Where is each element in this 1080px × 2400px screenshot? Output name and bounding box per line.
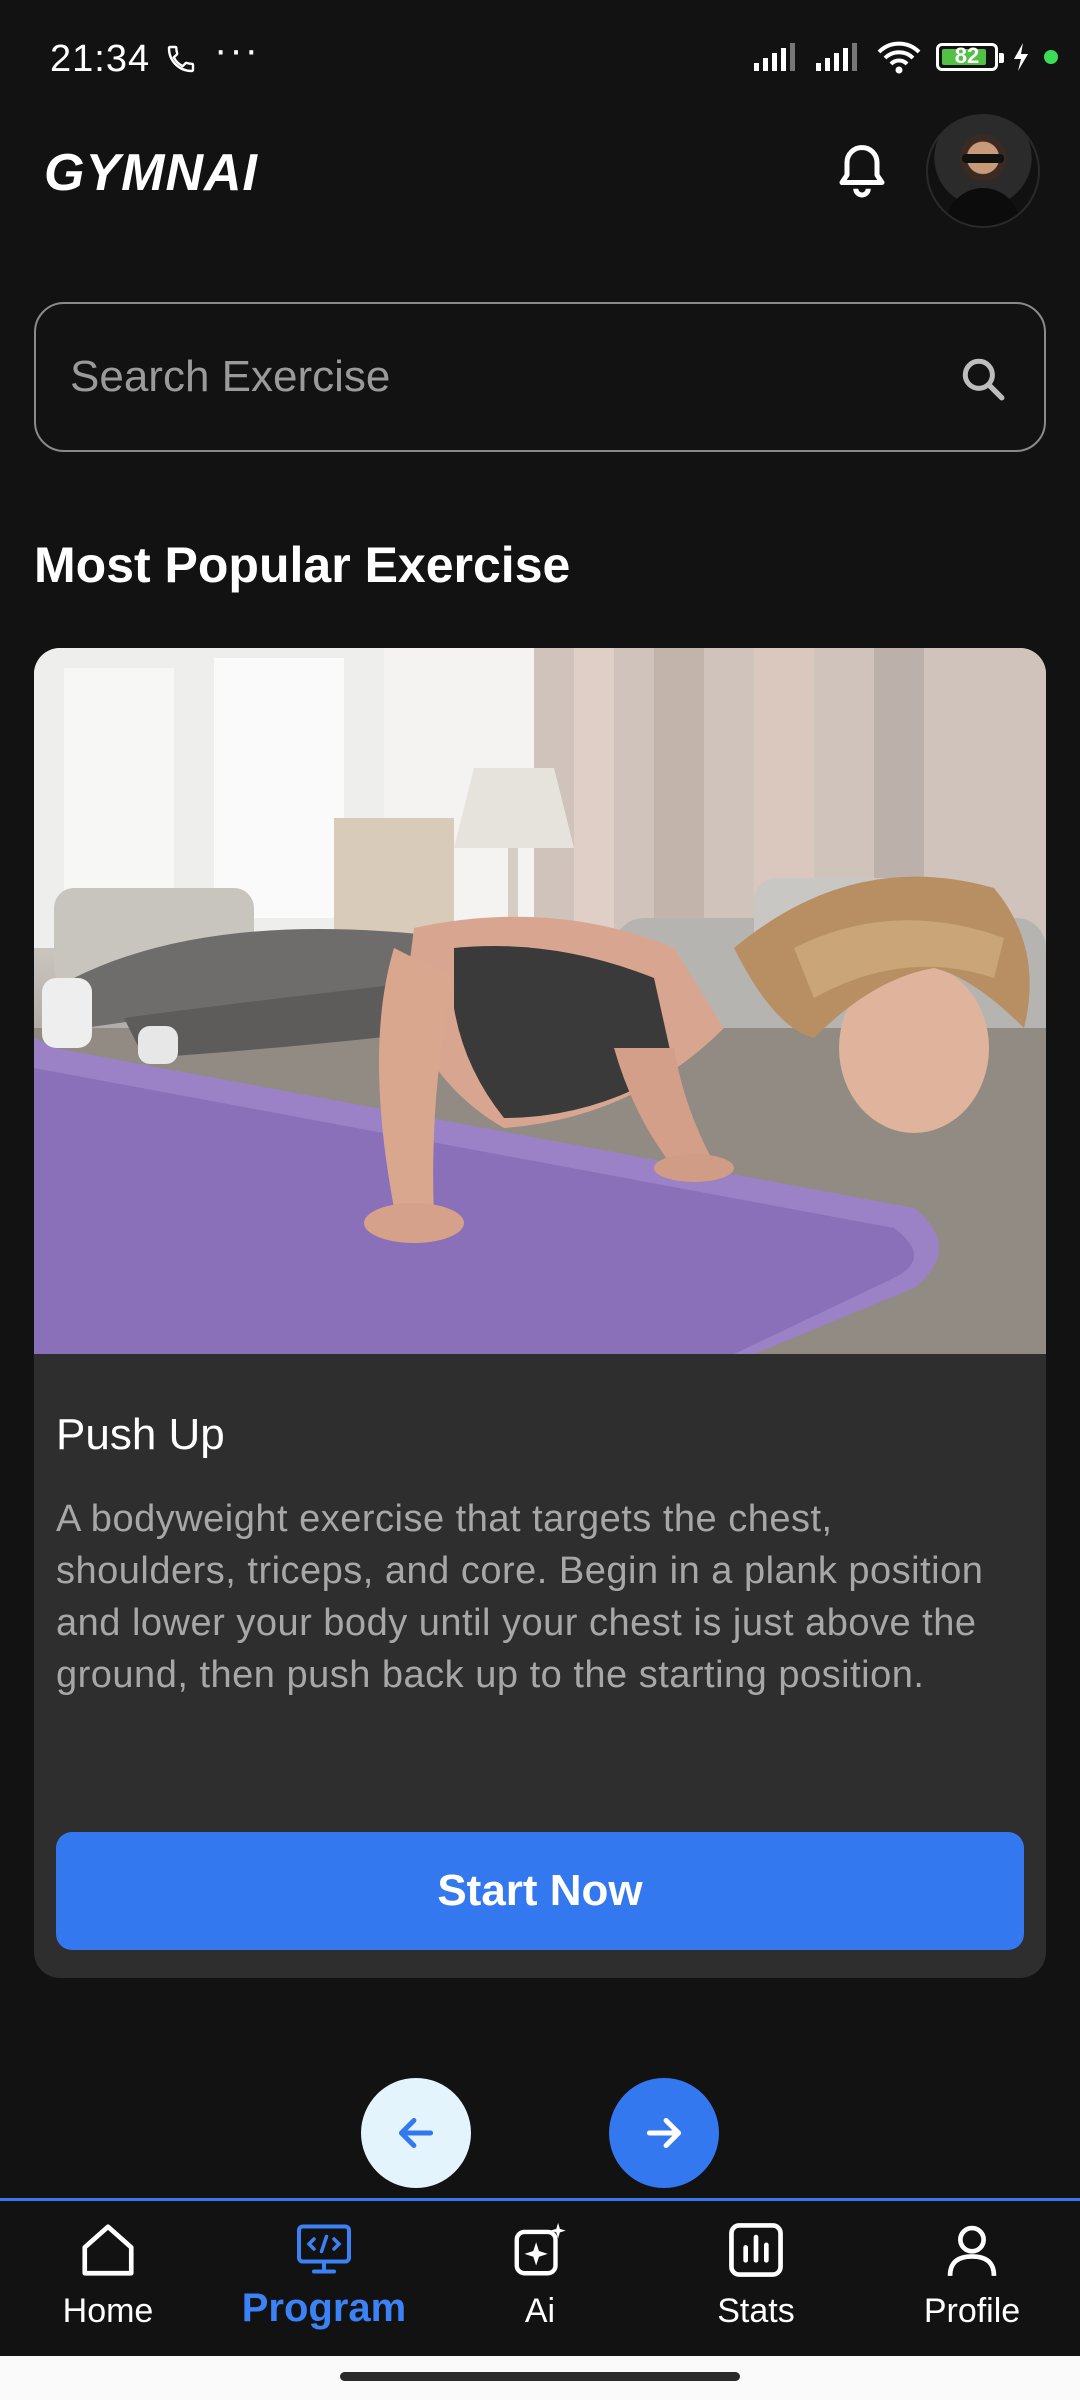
tab-program-label: Program: [241, 2286, 407, 2330]
arrow-right-icon: [646, 2118, 682, 2148]
exercise-description: A bodyweight exercise that targets the c…: [56, 1498, 984, 1696]
battery-icon: 82: [936, 43, 1004, 71]
battery-level: 82: [954, 43, 980, 68]
home-indicator[interactable]: [340, 2372, 740, 2381]
program-icon: [297, 2224, 351, 2274]
tab-stats[interactable]: Stats: [656, 2219, 856, 2331]
search-icon[interactable]: [958, 354, 1008, 404]
notification-bell-icon[interactable]: [832, 140, 892, 200]
app-logo: GYMNAI: [44, 144, 258, 202]
status-time: 21:34: [50, 38, 151, 80]
tab-ai-label: Ai: [524, 2292, 556, 2330]
ai-sparkle-icon: [514, 2222, 566, 2276]
tab-stats-label: Stats: [717, 2292, 795, 2330]
exercise-card: Push Up A bodyweight exercise that targe…: [34, 648, 1046, 1978]
tab-program[interactable]: Program: [224, 2219, 424, 2331]
search-bar: [34, 302, 1046, 452]
tab-profile[interactable]: Profile: [872, 2219, 1072, 2331]
more-notifications-icon: ···: [214, 28, 260, 72]
bottom-tab-bar: Home Program Ai Stats Profile: [0, 2198, 1080, 2359]
exercise-title: Push Up: [56, 1410, 225, 1459]
cellular-signal-1-icon: [754, 43, 795, 71]
status-bar: 21:34 ··· 82: [0, 0, 1080, 120]
wifi-icon: [877, 41, 921, 74]
exercise-image: [34, 648, 1046, 1354]
privacy-indicator-dot: [1044, 50, 1058, 64]
previous-exercise-button[interactable]: [361, 2078, 471, 2188]
user-avatar[interactable]: [926, 114, 1040, 228]
tab-home-label: Home: [62, 2292, 154, 2330]
search-input[interactable]: [68, 351, 932, 403]
start-now-button[interactable]: Start Now: [56, 1832, 1024, 1950]
phone-call-icon: [167, 45, 195, 73]
app-header: GYMNAI: [0, 110, 1080, 230]
tab-home[interactable]: Home: [8, 2219, 208, 2331]
tab-ai[interactable]: Ai: [440, 2219, 640, 2331]
section-title: Most Popular Exercise: [34, 537, 571, 593]
next-exercise-button[interactable]: [609, 2078, 719, 2188]
tab-profile-label: Profile: [923, 2292, 1021, 2330]
profile-icon: [947, 2225, 997, 2276]
arrow-left-icon: [398, 2118, 434, 2148]
charging-bolt-icon: [1014, 43, 1028, 71]
cellular-signal-2-icon: [816, 43, 857, 71]
home-icon: [82, 2224, 134, 2276]
stats-icon: [729, 2223, 783, 2277]
